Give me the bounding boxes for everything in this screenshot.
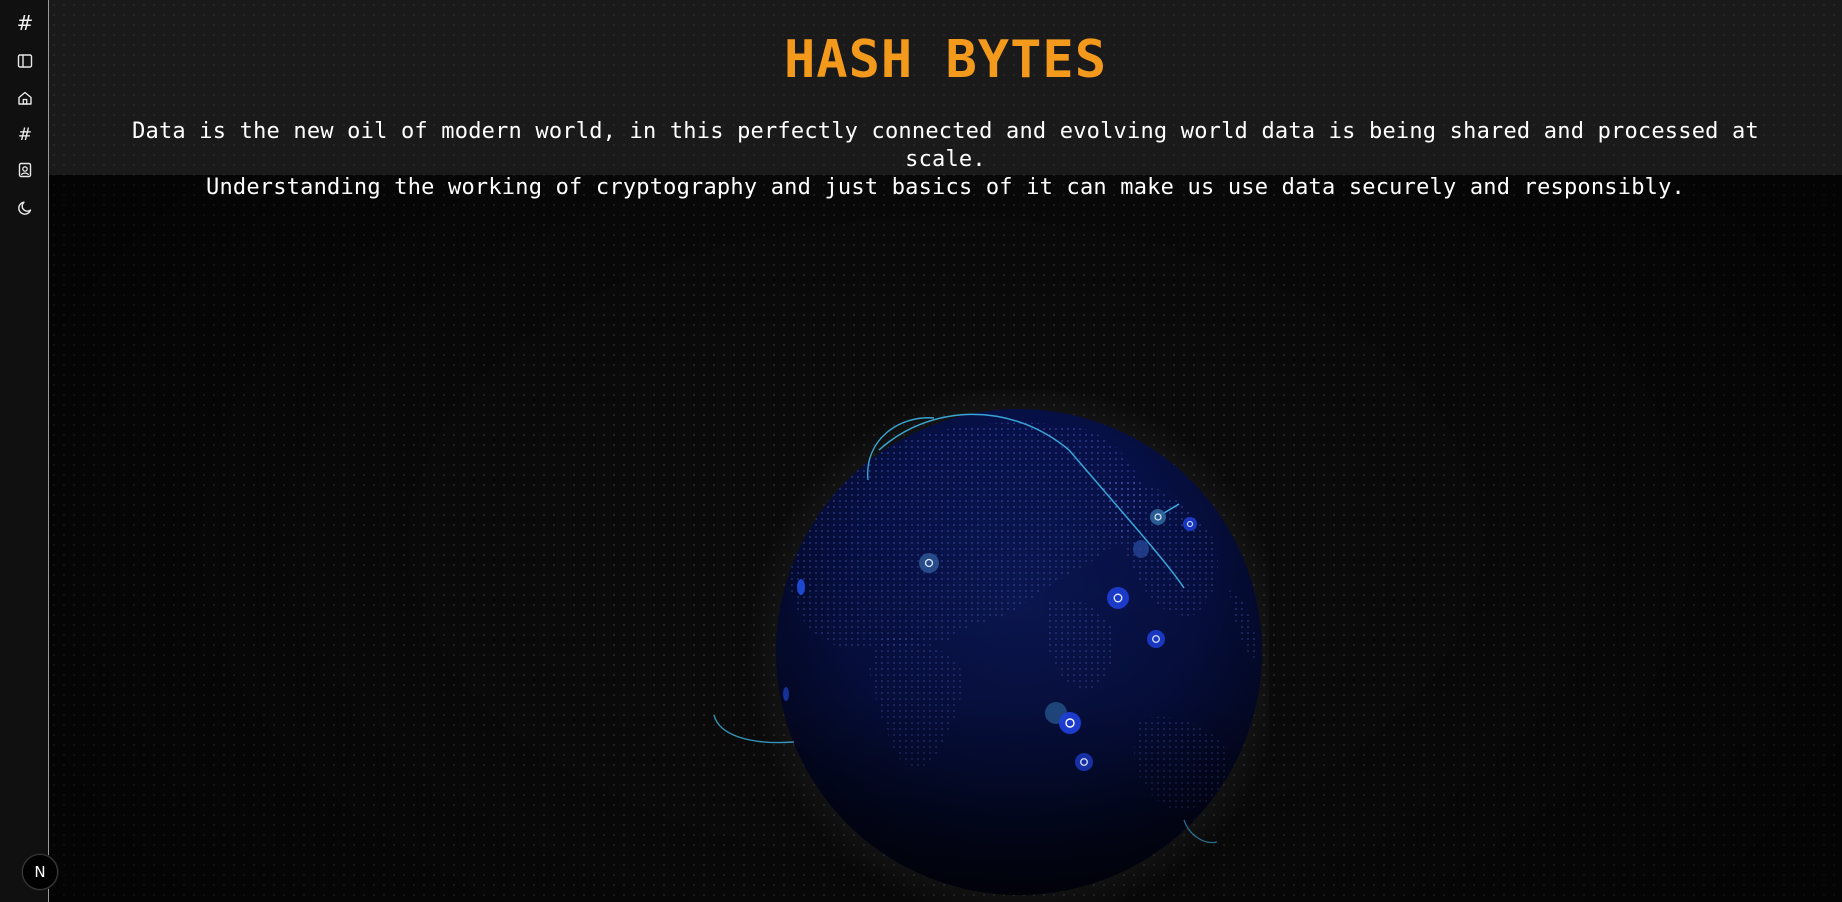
moon-glyph (18, 201, 32, 215)
hero-header: HASH BYTES Data is the new oil of modern… (49, 0, 1842, 200)
globe-visual (713, 390, 1269, 902)
badge-letter: N (34, 863, 46, 881)
contact-card-glyph (18, 162, 32, 178)
description-line-1: Data is the new oil of modern world, in … (132, 119, 1759, 172)
hash-logo-icon[interactable]: # (12, 10, 38, 36)
home-glyph (18, 91, 32, 105)
page-title: HASH BYTES (783, 30, 1108, 90)
contact-card-icon[interactable] (12, 157, 38, 183)
page-description: Data is the new oil of modern world, in … (89, 118, 1802, 202)
sidebar-toggle-glyph (17, 54, 33, 68)
globe-container[interactable] (669, 390, 1269, 902)
app-root: # # N HASH BYTES Data is the new oil of … (0, 0, 1842, 902)
globe-shadow (776, 409, 1262, 895)
hash-nav-icon[interactable]: # (12, 122, 38, 148)
dark-mode-moon-icon[interactable] (12, 195, 38, 221)
sidebar-toggle-icon[interactable] (12, 48, 38, 74)
description-line-2: Understanding the working of cryptograph… (206, 175, 1685, 200)
home-icon[interactable] (12, 85, 38, 111)
main-stage: HASH BYTES Data is the new oil of modern… (49, 0, 1842, 902)
sidebar: # # (0, 0, 49, 902)
next-dev-badge[interactable]: N (22, 854, 58, 890)
